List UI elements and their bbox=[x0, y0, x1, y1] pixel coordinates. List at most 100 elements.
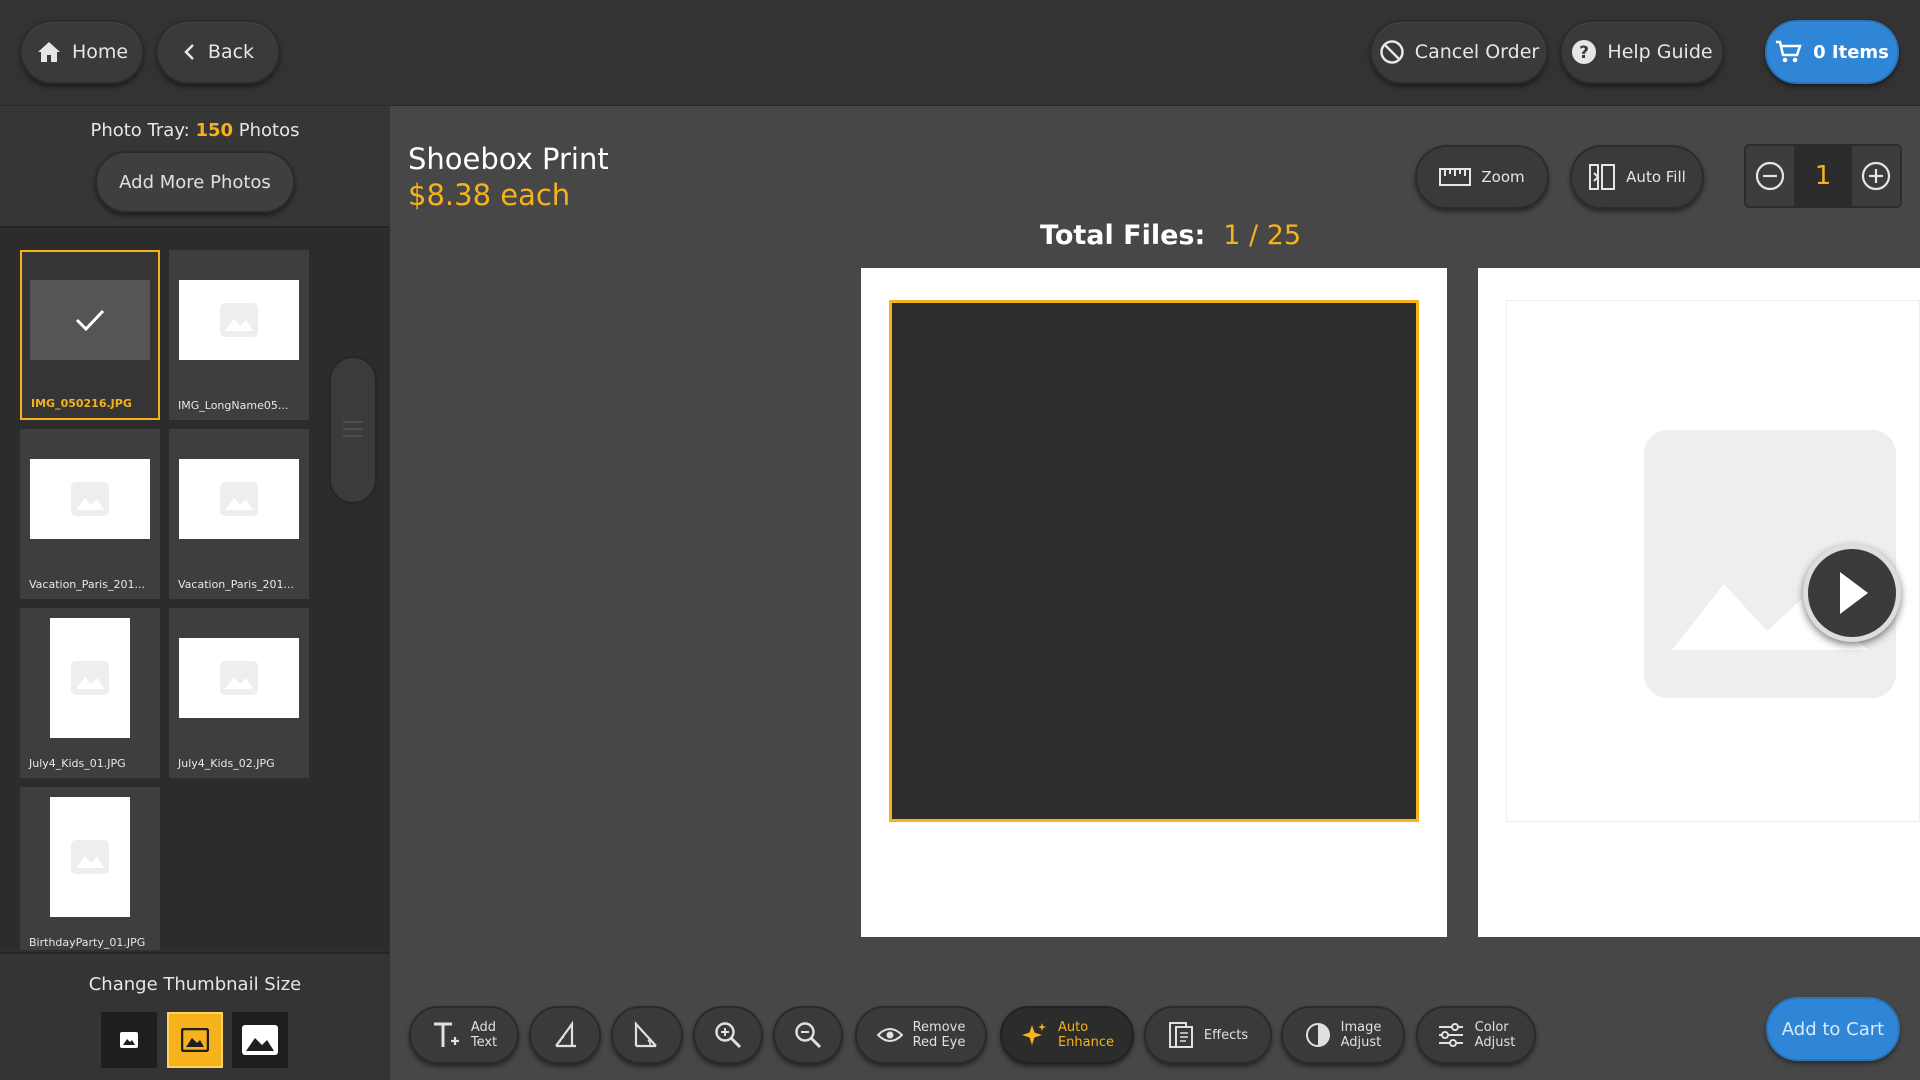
auto-fill-button[interactable]: Auto Fill bbox=[1570, 145, 1704, 209]
thumbnail-size-small-button[interactable] bbox=[101, 1012, 157, 1068]
thumbnail-image bbox=[179, 280, 299, 360]
auto-enhance-button[interactable]: Auto Enhance bbox=[1000, 1006, 1134, 1064]
thumbnail-size-label: Change Thumbnail Size bbox=[88, 974, 302, 995]
quantity-value[interactable]: 1 bbox=[1794, 146, 1852, 206]
cart-button[interactable]: 0 Items bbox=[1765, 20, 1899, 84]
thumbnail-image bbox=[50, 797, 130, 917]
add-more-photos-button[interactable]: Add More Photos bbox=[95, 151, 295, 213]
thumbnail-caption: Vacation_Paris_201... bbox=[29, 578, 145, 591]
chevron-left-icon bbox=[184, 44, 194, 60]
thumbnail-caption: IMG_050216.JPG bbox=[31, 397, 132, 410]
thumbnail-image bbox=[50, 618, 130, 738]
home-label: Home bbox=[71, 41, 129, 63]
thumbnail-item[interactable]: IMG_050216.JPG bbox=[20, 250, 160, 420]
thumbnail-image bbox=[179, 638, 299, 718]
photo-drop-slot[interactable] bbox=[889, 300, 1419, 822]
thumbnail-item[interactable]: Vacation_Paris_201... bbox=[169, 429, 309, 599]
image-placeholder-icon bbox=[71, 482, 109, 516]
thumbnail-image bbox=[30, 280, 150, 360]
remove-red-eye-button[interactable]: Remove Red Eye bbox=[855, 1006, 987, 1064]
thumbnail-caption: July4_Kids_01.JPG bbox=[29, 757, 126, 770]
zoom-out-button[interactable] bbox=[773, 1006, 843, 1064]
zoom-in-button[interactable] bbox=[693, 1006, 763, 1064]
image-placeholder-icon bbox=[220, 303, 258, 337]
plus-icon bbox=[1861, 161, 1891, 191]
sliders-icon bbox=[1438, 1023, 1463, 1047]
thumbnail-image bbox=[179, 459, 299, 539]
auto-fill-label: Auto Fill bbox=[1626, 168, 1686, 186]
cart-label: 0 Items bbox=[1813, 41, 1889, 63]
next-page-button[interactable] bbox=[1803, 544, 1901, 642]
scroll-grip-icon bbox=[343, 421, 363, 437]
thumbnail-image bbox=[30, 459, 150, 539]
thumbnail-item[interactable]: IMG_LongName05... bbox=[169, 250, 309, 420]
effects-label: Effects bbox=[1203, 1027, 1249, 1043]
thumbnail-item[interactable]: BirthdayParty_01.JPG bbox=[20, 787, 160, 950]
product-price: $8.38 each bbox=[408, 178, 571, 212]
cancel-icon bbox=[1380, 40, 1404, 64]
zoom-label: Zoom bbox=[1481, 168, 1525, 186]
photo-tray-header: Photo Tray: 150 Photos Add More Photos bbox=[0, 106, 390, 228]
help-guide-label: Help Guide bbox=[1607, 41, 1713, 63]
image-adjust-button[interactable]: Image Adjust bbox=[1281, 1006, 1405, 1064]
svg-text:?: ? bbox=[1579, 43, 1589, 63]
print-canvas bbox=[861, 268, 1447, 937]
add-to-cart-button[interactable]: Add to Cart bbox=[1766, 997, 1900, 1061]
effects-button[interactable]: Effects bbox=[1144, 1006, 1272, 1064]
zoom-ruler-icon bbox=[1439, 168, 1472, 186]
effects-icon bbox=[1168, 1022, 1193, 1048]
rotate-right-icon bbox=[634, 1021, 657, 1048]
thumbnail-item[interactable]: July4_Kids_02.JPG bbox=[169, 608, 309, 778]
zoom-button[interactable]: Zoom bbox=[1415, 145, 1549, 209]
rotate-left-button[interactable] bbox=[529, 1006, 601, 1064]
image-placeholder-icon bbox=[220, 482, 258, 516]
total-files: Total Files: 1 / 25 bbox=[1040, 220, 1301, 251]
photo-tray-count: Photo Tray: 150 Photos bbox=[90, 120, 300, 141]
eye-icon bbox=[876, 1028, 903, 1042]
back-button[interactable]: Back bbox=[156, 20, 280, 84]
product-title: Shoebox Print bbox=[408, 142, 609, 176]
photo-tray-sidebar: Photo Tray: 150 Photos Add More Photos I… bbox=[0, 106, 390, 1080]
help-guide-button[interactable]: ? Help Guide bbox=[1560, 20, 1724, 84]
thumbnail-size-medium-button[interactable] bbox=[167, 1012, 223, 1068]
play-arrow-icon bbox=[1840, 572, 1868, 614]
zoom-out-icon bbox=[795, 1022, 822, 1049]
thumbnail-caption: BirthdayParty_01.JPG bbox=[29, 936, 146, 949]
cancel-order-button[interactable]: Cancel Order bbox=[1370, 20, 1548, 84]
total-files-label: Total Files: bbox=[1040, 220, 1206, 251]
thumbnail-scrollbar[interactable] bbox=[329, 356, 377, 504]
image-placeholder-icon bbox=[71, 661, 109, 695]
top-bar: Home Back Cancel Order ? Help Guide 0 It… bbox=[0, 0, 1920, 106]
color-adjust-button[interactable]: Color Adjust bbox=[1416, 1006, 1536, 1064]
thumbnail-item[interactable]: July4_Kids_01.JPG bbox=[20, 608, 160, 778]
back-label: Back bbox=[207, 41, 255, 63]
sparkle-icon bbox=[1021, 1023, 1046, 1045]
image-placeholder-icon bbox=[220, 661, 258, 695]
add-text-button[interactable]: Add Text bbox=[409, 1006, 519, 1064]
rotate-left-icon bbox=[555, 1020, 576, 1048]
image-large-icon bbox=[242, 1025, 278, 1055]
cancel-order-label: Cancel Order bbox=[1414, 41, 1540, 63]
thumbnail-grid: IMG_050216.JPG IMG_LongName05... Vacatio… bbox=[0, 230, 390, 950]
thumbnail-caption: IMG_LongName05... bbox=[178, 399, 289, 412]
photo-count: 150 bbox=[195, 120, 234, 141]
image-small-icon bbox=[120, 1032, 138, 1048]
quantity-stepper: 1 bbox=[1744, 144, 1902, 208]
quantity-decrease-button[interactable] bbox=[1746, 146, 1794, 206]
add-text-icon bbox=[433, 1022, 459, 1047]
thumbnail-item[interactable]: Vacation_Paris_201... bbox=[20, 429, 160, 599]
contrast-icon bbox=[1305, 1023, 1330, 1047]
home-button[interactable]: Home bbox=[20, 20, 144, 84]
zoom-in-icon bbox=[715, 1022, 742, 1049]
thumbnail-size-large-button[interactable] bbox=[232, 1012, 288, 1068]
thumbnail-caption: July4_Kids_02.JPG bbox=[178, 757, 275, 770]
quantity-increase-button[interactable] bbox=[1852, 146, 1900, 206]
help-icon: ? bbox=[1572, 40, 1597, 64]
total-files-value: 1 / 25 bbox=[1223, 220, 1302, 251]
check-icon bbox=[75, 309, 105, 332]
image-placeholder-icon bbox=[71, 840, 109, 874]
rotate-right-button[interactable] bbox=[611, 1006, 683, 1064]
cart-icon bbox=[1776, 40, 1802, 63]
image-medium-icon bbox=[181, 1028, 209, 1052]
thumbnail-size-panel: Change Thumbnail Size bbox=[0, 952, 390, 1080]
